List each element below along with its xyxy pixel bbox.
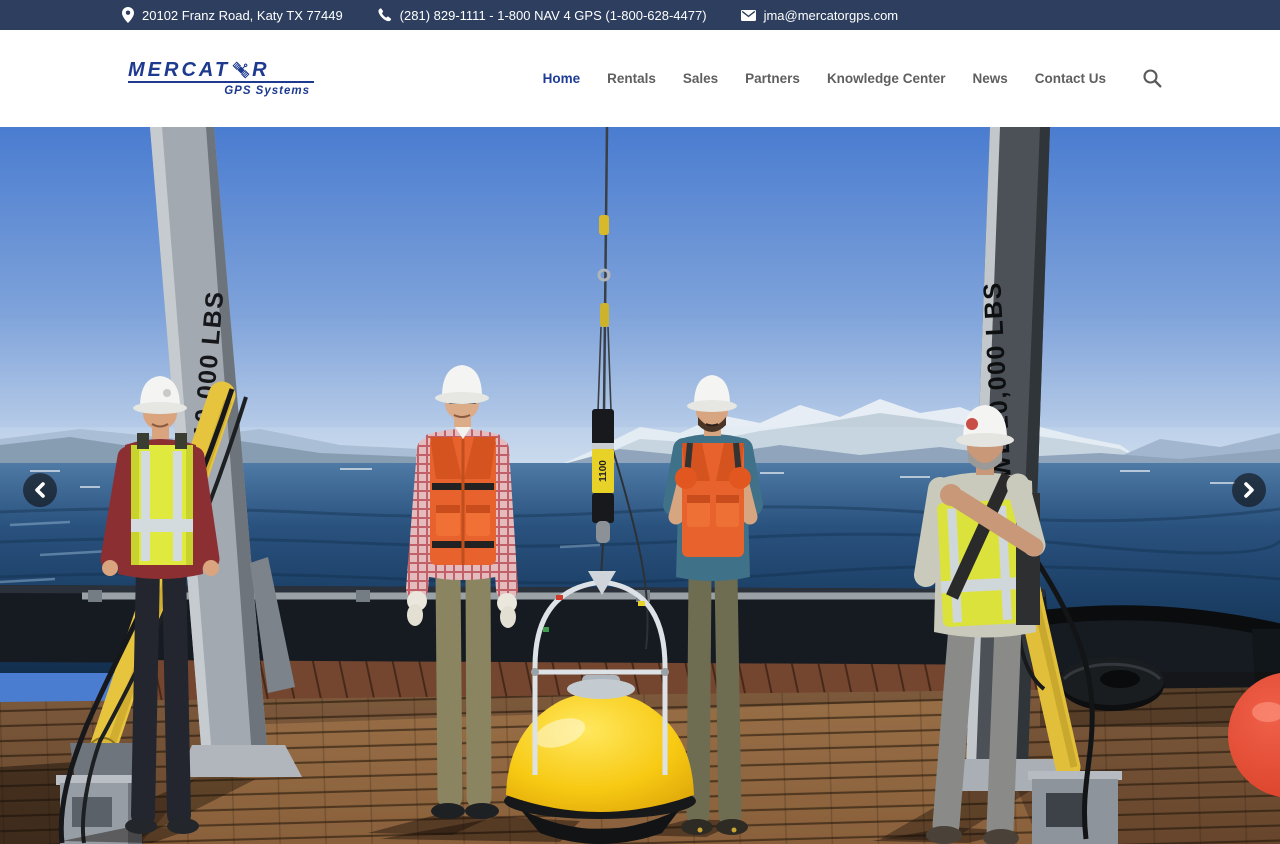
topbar-phone-text: (281) 829-1111 - 1-800 NAV 4 GPS (1-800-… bbox=[400, 8, 707, 23]
chevron-left-icon bbox=[32, 481, 48, 499]
topbar-address: 20102 Franz Road, Katy TX 77449 bbox=[122, 7, 343, 23]
logo-subtitle: GPS Systems bbox=[224, 85, 314, 97]
hero-slider: SWL 10,000 LBS SWL 10,000 LBS bbox=[0, 127, 1280, 844]
logo-wordmark: MERCAT R bbox=[128, 60, 314, 80]
topbar: 20102 Franz Road, Katy TX 77449 (281) 82… bbox=[0, 0, 1280, 30]
nav-item-partners[interactable]: Partners bbox=[745, 71, 800, 86]
nav-item-contact-us[interactable]: Contact Us bbox=[1035, 71, 1106, 86]
location-pin-icon bbox=[122, 7, 134, 23]
topbar-address-text: 20102 Franz Road, Katy TX 77449 bbox=[142, 8, 343, 23]
logo-text-right: R bbox=[252, 60, 269, 80]
logo-underline bbox=[128, 81, 314, 83]
search-icon bbox=[1143, 69, 1162, 88]
phone-icon bbox=[377, 8, 392, 23]
chevron-right-icon bbox=[1241, 481, 1257, 499]
main-nav: Home Rentals Sales Partners Knowledge Ce… bbox=[543, 69, 1162, 88]
topbar-phone[interactable]: (281) 829-1111 - 1-800 NAV 4 GPS (1-800-… bbox=[377, 8, 707, 23]
nav-item-rentals[interactable]: Rentals bbox=[607, 71, 656, 86]
nav-item-knowledge-center[interactable]: Knowledge Center bbox=[827, 71, 946, 86]
instrument-label: 1100 bbox=[598, 460, 609, 482]
satellite-icon bbox=[231, 60, 251, 80]
logo-text-left: MERCAT bbox=[128, 60, 230, 80]
envelope-icon bbox=[741, 10, 756, 21]
hero-photo: SWL 10,000 LBS SWL 10,000 LBS bbox=[0, 127, 1280, 844]
logo[interactable]: MERCAT R GPS Systems bbox=[128, 60, 314, 97]
carousel-next-button[interactable] bbox=[1232, 473, 1266, 507]
topbar-email-text: jma@mercatorgps.com bbox=[764, 8, 899, 23]
carousel-prev-button[interactable] bbox=[23, 473, 57, 507]
nav-item-home[interactable]: Home bbox=[543, 71, 581, 86]
nav-item-news[interactable]: News bbox=[972, 71, 1007, 86]
site-header: MERCAT R GPS Systems Home Rentals Sales … bbox=[0, 30, 1280, 127]
topbar-email[interactable]: jma@mercatorgps.com bbox=[741, 8, 899, 23]
nav-item-sales[interactable]: Sales bbox=[683, 71, 718, 86]
search-button[interactable] bbox=[1143, 69, 1162, 88]
